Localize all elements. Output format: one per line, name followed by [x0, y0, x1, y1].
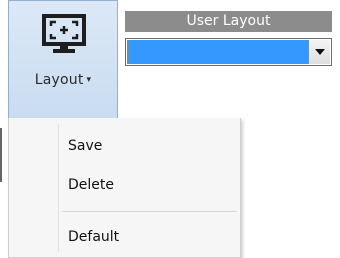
monitor-focus-icon: [42, 14, 86, 53]
caret-down-icon: ▾: [86, 75, 92, 85]
menu-item-label: Default: [68, 229, 120, 245]
layout-button[interactable]: Layout ▾: [8, 0, 118, 118]
user-layout-selected-value[interactable]: [127, 40, 308, 64]
user-layout-select[interactable]: [125, 38, 332, 66]
user-layout-header: User Layout: [125, 11, 332, 32]
menu-item-default[interactable]: Default: [10, 224, 239, 252]
menu-item-delete[interactable]: Delete: [10, 172, 239, 200]
window-edge: [0, 128, 2, 182]
menu-item-label: Delete: [68, 177, 114, 193]
layout-button-label: Layout ▾: [34, 72, 92, 88]
menu-item-save[interactable]: Save: [10, 133, 239, 161]
menu-separator: [62, 211, 237, 212]
dropdown-arrow-icon[interactable]: [308, 40, 330, 64]
menu-item-label: Save: [68, 138, 103, 154]
layout-menu: Save Delete Default: [8, 118, 241, 258]
